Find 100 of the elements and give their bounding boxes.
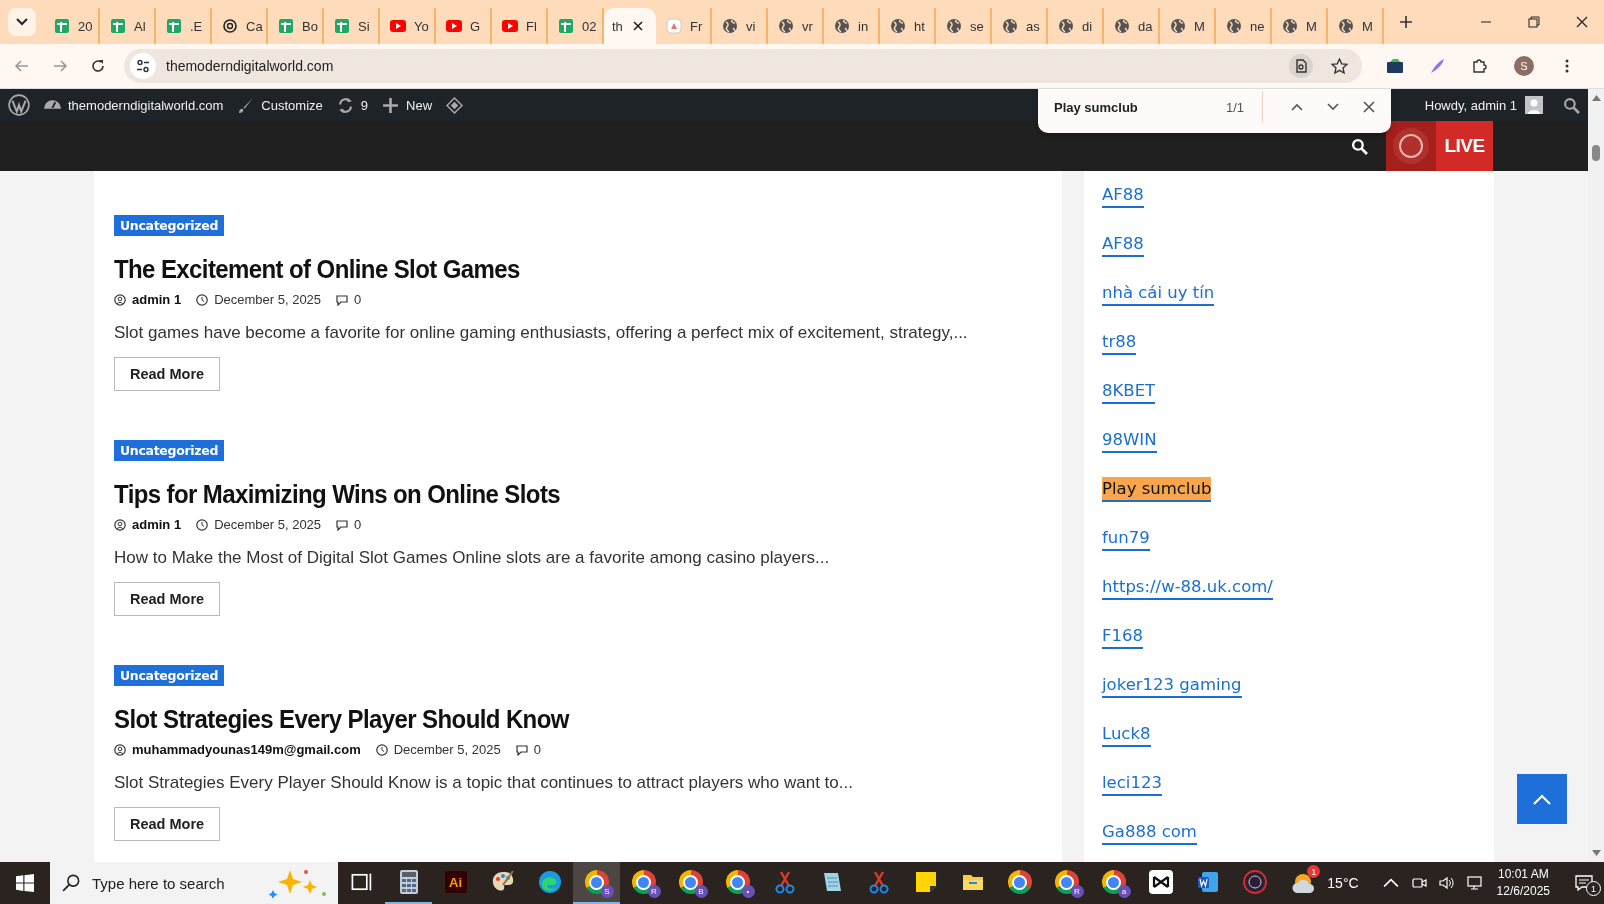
notification-badge: 1 (1307, 865, 1321, 878)
clock-date[interactable]: 12/6/2025 (1496, 883, 1550, 900)
category-tag[interactable]: Uncategorized (114, 440, 225, 461)
sidebar-link[interactable]: fun79 (1102, 526, 1150, 551)
new-tab-icon[interactable] (1400, 16, 1412, 28)
taskbar-app-button[interactable]: B (667, 862, 714, 904)
customize-link[interactable]: Customize (261, 97, 323, 113)
search-icon (62, 874, 80, 892)
sidebar-link[interactable]: Ga888 com (1102, 820, 1197, 845)
clock-time[interactable]: 10:01 AM (1497, 866, 1549, 883)
taskbar-app-button[interactable]: Ai (432, 862, 479, 904)
feather-icon[interactable] (1428, 58, 1446, 74)
comment-count[interactable]: 0 (354, 292, 362, 307)
post-title[interactable]: Slot Strategies Every Player Should Know (114, 701, 569, 737)
profile-avatar[interactable]: S (1514, 56, 1534, 76)
document-icon (666, 18, 682, 34)
close-icon[interactable] (632, 21, 643, 31)
restore-icon[interactable] (1528, 16, 1540, 28)
user-icon (114, 293, 126, 306)
address-field[interactable]: themoderndigitalworld.com (124, 49, 1362, 83)
sidebar-link[interactable]: leci123 (1102, 771, 1162, 796)
search-icon[interactable] (1563, 96, 1580, 114)
network-icon[interactable] (1466, 875, 1483, 891)
knot-icon (222, 18, 238, 34)
forward-icon[interactable] (52, 58, 68, 74)
folder-icon[interactable] (1386, 58, 1404, 74)
comment-icon (336, 293, 349, 306)
globe-icon (834, 18, 850, 34)
speaker-icon[interactable] (1438, 875, 1455, 891)
spreadsheet-icon (278, 18, 294, 34)
tab-list-button[interactable] (8, 8, 36, 36)
live-label[interactable]: LIVE (1436, 121, 1493, 171)
wordpress-logo-icon[interactable] (8, 94, 30, 116)
post-date[interactable]: December 5, 2025 (214, 292, 322, 307)
next-match-icon[interactable] (1327, 101, 1339, 113)
post-title[interactable]: Tips for Maximizing Wins on Online Slots (114, 476, 561, 512)
find-input[interactable]: Play sumclub (1054, 99, 1212, 115)
sidebar-link[interactable]: nhà cái uy tín (1102, 281, 1215, 306)
updates-count[interactable]: 9 (360, 97, 368, 113)
swirl-icon (537, 870, 562, 894)
sidebar-link[interactable]: AF88 (1102, 183, 1144, 208)
reload-icon[interactable] (90, 58, 106, 74)
notification-badge: 1 (1586, 881, 1601, 896)
taskbar-search-field[interactable]: Type here to search (50, 862, 338, 904)
back-icon[interactable] (14, 58, 30, 74)
post-date[interactable]: December 5, 2025 (393, 742, 501, 757)
scroll-thumb[interactable] (1592, 145, 1600, 161)
sidebar-link[interactable]: joker123 gaming (1102, 673, 1242, 698)
close-icon[interactable] (1363, 101, 1375, 113)
extensions-icon[interactable] (1470, 58, 1488, 74)
browser-tab[interactable]: th (604, 8, 656, 44)
clock-icon (196, 293, 209, 306)
category-tag[interactable]: Uncategorized (114, 665, 225, 686)
sidebar-link[interactable]: 8KBET (1102, 379, 1156, 404)
comment-count[interactable]: 0 (533, 742, 541, 757)
post-date[interactable]: December 5, 2025 (214, 517, 322, 532)
close-icon[interactable] (1576, 16, 1588, 28)
diamond-icon[interactable] (446, 96, 464, 114)
scroll-up-arrow-icon[interactable] (1591, 95, 1601, 101)
previous-match-icon[interactable] (1291, 101, 1303, 113)
comment-count[interactable]: 0 (354, 517, 362, 532)
find-page-icon[interactable] (1289, 54, 1313, 78)
post-author[interactable]: admin 1 (132, 292, 182, 307)
category-tag[interactable]: Uncategorized (114, 215, 225, 236)
bookmark-star-icon[interactable] (1331, 57, 1348, 75)
sidebar-link[interactable]: AF88 (1102, 232, 1144, 257)
post-author[interactable]: admin 1 (132, 517, 182, 532)
read-more-button[interactable]: Read More (114, 807, 221, 841)
taskbar-app-button[interactable]: R (620, 862, 667, 904)
sidebar-link[interactable]: https://w-88.uk.com/ (1102, 575, 1273, 600)
sidebar-link[interactable]: Play sumclub (1102, 477, 1212, 502)
temperature-label[interactable]: 15°C (1327, 875, 1359, 891)
camera-icon[interactable] (1410, 875, 1427, 891)
scrollbar[interactable] (1588, 89, 1604, 862)
profile-badge: S (600, 885, 614, 898)
greeting-link[interactable]: Howdy, admin 1 (1424, 97, 1517, 113)
taskbar-app-button[interactable]: • (714, 862, 761, 904)
sidebar-link[interactable]: Luck8 (1102, 722, 1151, 747)
sidebar-link[interactable]: tr88 (1102, 330, 1137, 355)
post-title[interactable]: The Excitement of Online Slot Games (114, 251, 520, 287)
notification-center-icon[interactable] (1575, 875, 1593, 891)
site-settings-icon[interactable] (130, 53, 156, 79)
profile-badge: R (1070, 885, 1084, 898)
round-seal-icon (1242, 870, 1267, 894)
taskbar-app-button[interactable]: S (573, 862, 620, 904)
sidebar-link[interactable]: F168 (1102, 624, 1143, 649)
post-author[interactable]: muhammadyounas149m@gmail.com (132, 742, 361, 757)
new-link[interactable]: New (406, 97, 433, 113)
read-more-button[interactable]: Read More (114, 582, 221, 616)
globe-icon (946, 18, 962, 34)
spreadsheet-icon (334, 18, 350, 34)
profile-badge: • (741, 885, 755, 898)
sidebar-link[interactable]: 98WIN (1102, 428, 1157, 453)
site-link[interactable]: themoderndigitalworld.com (68, 97, 224, 113)
globe-icon (1338, 18, 1354, 34)
scroll-down-arrow-icon[interactable] (1591, 850, 1601, 856)
taskbar-app-button[interactable]: R (1043, 862, 1090, 904)
search-icon[interactable] (1351, 137, 1368, 155)
read-more-button[interactable]: Read More (114, 357, 221, 391)
taskbar-app-button[interactable]: a (1090, 862, 1137, 904)
